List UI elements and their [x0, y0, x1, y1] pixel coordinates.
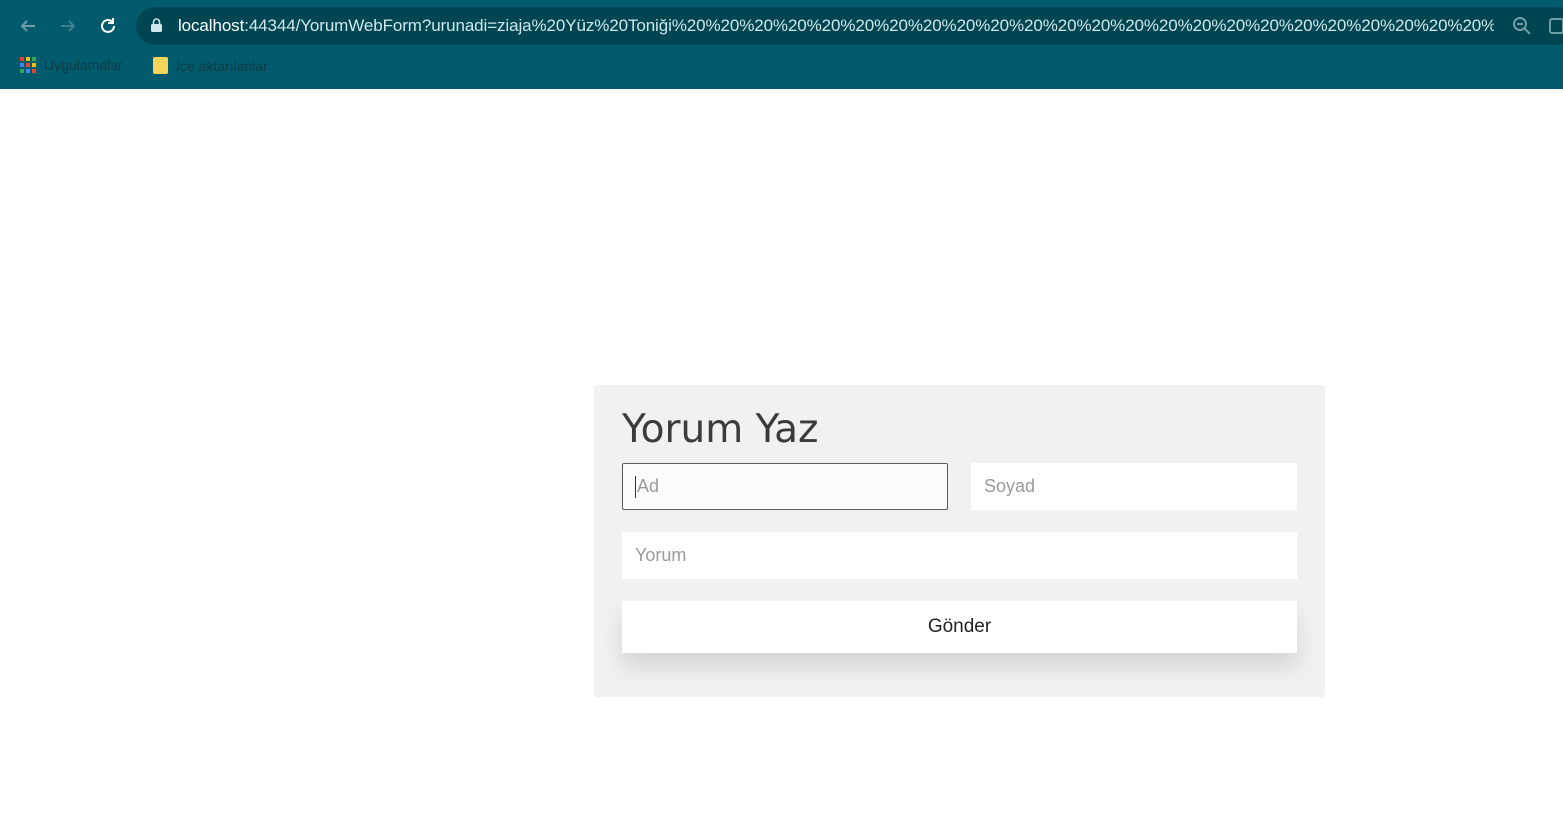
- last-name-input[interactable]: Soyad: [971, 463, 1297, 510]
- bookmark-apps-label: Uygulamalar: [44, 57, 123, 73]
- forward-button[interactable]: [54, 12, 82, 40]
- bookmark-folder[interactable]: İçe aktarılanlar: [153, 57, 268, 74]
- folder-icon: [153, 57, 168, 74]
- zoom-icon[interactable]: [1512, 16, 1532, 36]
- url-host: localhost: [178, 16, 245, 35]
- first-name-placeholder: Ad: [637, 476, 660, 496]
- url-text[interactable]: localhost:44344/YorumWebForm?urunadi=zia…: [178, 16, 1494, 36]
- comment-placeholder: Yorum: [635, 545, 687, 565]
- apps-grid-dot: [26, 57, 30, 61]
- lock-icon: [151, 18, 162, 32]
- extension-icon[interactable]: [1548, 16, 1563, 36]
- last-name-placeholder: Soyad: [984, 476, 1036, 496]
- apps-grid-dot: [26, 63, 30, 67]
- apps-grid-dot: [20, 57, 24, 61]
- apps-grid-dot: [20, 63, 24, 67]
- bookmark-folder-label: İçe aktarılanlar: [176, 57, 268, 74]
- apps-grid-dot: [32, 69, 36, 73]
- first-name-input[interactable]: Ad: [622, 463, 948, 510]
- reload-icon: [101, 18, 115, 33]
- apps-grid-dot: [32, 63, 36, 67]
- text-cursor: [635, 475, 636, 498]
- apps-icon: [20, 57, 36, 73]
- apps-grid-dot: [32, 57, 36, 61]
- form-title: Yorum Yaz: [622, 407, 819, 452]
- reload-button[interactable]: [94, 12, 122, 40]
- back-arrow-icon: [20, 20, 35, 32]
- comment-input[interactable]: Yorum: [622, 532, 1297, 579]
- back-button[interactable]: [14, 12, 42, 40]
- comment-form-panel: Yorum Yaz Ad Soyad Yorum Gönder: [594, 385, 1325, 697]
- apps-grid-dot: [20, 69, 24, 73]
- browser-chrome: localhost:44344/YorumWebForm?urunadi=zia…: [0, 0, 1563, 89]
- apps-grid-dot: [26, 69, 30, 73]
- submit-button[interactable]: Gönder: [622, 601, 1297, 653]
- bookmark-apps[interactable]: Uygulamalar: [20, 57, 123, 73]
- forward-arrow-icon: [61, 20, 76, 32]
- url-path: :44344/YorumWebForm?urunadi=ziaja%20Yüz%…: [244, 16, 1494, 35]
- bookmarks-bar: Uygulamalar İçe aktarılanlar: [0, 52, 1563, 82]
